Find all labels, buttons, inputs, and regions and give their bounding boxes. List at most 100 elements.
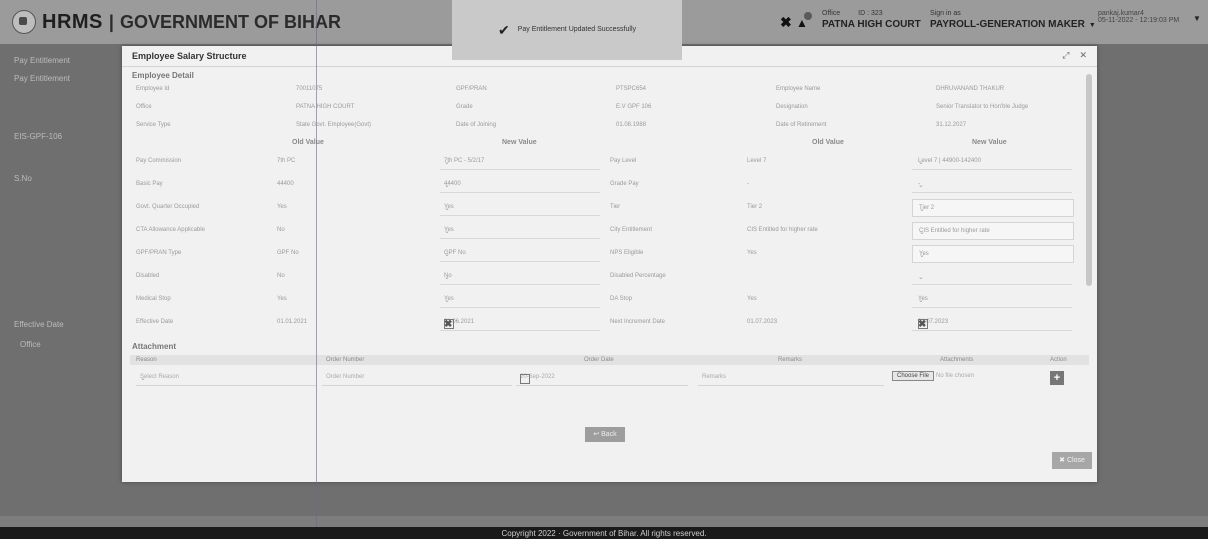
- office-label: Office: [822, 10, 841, 17]
- chevron-down-icon: ⌄: [444, 251, 450, 258]
- old-value: 7th PC: [277, 158, 296, 164]
- detail-row: Service Type State Govt. Employee(Govt) …: [122, 116, 1097, 134]
- clear-icon[interactable]: ✖: [444, 319, 582, 330]
- chevron-down-icon: ⌄: [444, 182, 450, 189]
- new-value-header: New Value: [502, 138, 537, 146]
- attachment-header: Reason Order Number Order Date Remarks A…: [130, 355, 1089, 365]
- remarks-placeholder: Remarks: [702, 374, 727, 380]
- modal-title: Employee Salary Structure: [132, 51, 247, 61]
- brand-hrms: HRMS: [42, 10, 103, 33]
- detail-label: GPF/PRAN: [456, 86, 487, 92]
- new-value-select[interactable]: Yes ⌄: [440, 222, 600, 239]
- old-value: 44400: [277, 181, 294, 187]
- new-value-select[interactable]: Yes ⌄: [440, 199, 600, 216]
- chevron-down-icon: ⌄: [918, 297, 924, 304]
- field-label: Medical Stop: [136, 296, 171, 302]
- guide-line: [316, 0, 317, 539]
- office-info: Office ID : 323 PATNA HIGH COURT: [822, 10, 921, 30]
- new-value-select[interactable]: No ⌄: [440, 268, 600, 285]
- new-value-select[interactable]: Level 7 | 44900-142400 ⌄: [912, 153, 1072, 170]
- field-label: DA Stop: [610, 296, 633, 302]
- employee-detail-title: Employee Detail: [132, 71, 194, 80]
- compare-row: Basic Pay 44400 44400 ⌄ Grade Pay - - ⌄: [122, 173, 1097, 196]
- effective-date-row: Effective Date 01.01.2021 01.06.2021 ✖ N…: [122, 311, 1097, 334]
- new-value-select[interactable]: 44400 ⌄: [440, 176, 600, 193]
- effective-date-input[interactable]: 01.06.2021 ✖: [440, 314, 600, 331]
- chevron-down-icon: ⌄: [140, 375, 146, 382]
- old-value: Yes: [277, 204, 287, 210]
- close-icon[interactable]: ✖: [780, 14, 792, 31]
- back-label: Back: [601, 431, 617, 438]
- effective-date-old: 01.01.2021: [277, 319, 308, 325]
- calendar-icon[interactable]: [444, 319, 454, 329]
- detail-label: Employee Name: [776, 86, 821, 92]
- attachment-title: Attachment: [132, 342, 177, 351]
- new-value-select[interactable]: ⌄: [912, 268, 1072, 285]
- detail-value: 31.12.2027: [936, 122, 967, 128]
- office-id: ID : 323: [858, 10, 883, 17]
- user-datetime: 05-11-2022 - 12:19:03 PM: [1098, 17, 1180, 24]
- old-value: -: [747, 181, 749, 187]
- modal-scrollbar[interactable]: [1086, 74, 1092, 286]
- next-increment-input[interactable]: 01.07.2023 ✖: [912, 314, 1072, 331]
- field-label: Pay Level: [610, 158, 637, 164]
- col-attachments: Attachments: [940, 357, 974, 363]
- attachment-row: Select Reason ⌄ Order Number 20-Sep-2022…: [130, 365, 1089, 391]
- user-menu-caret-icon[interactable]: ▼: [1193, 14, 1201, 23]
- order-date-input[interactable]: 20-Sep-2022: [516, 371, 688, 386]
- field-label: GPF/PRAN Type: [136, 250, 182, 256]
- emblem-icon: [12, 10, 36, 34]
- choose-file-button[interactable]: Choose File: [892, 371, 935, 381]
- new-value-select[interactable]: CIS Entitled for higher rate ⌄: [912, 222, 1074, 240]
- close-button[interactable]: ✖ Close: [1052, 452, 1092, 469]
- order-number-placeholder: Order Number: [326, 374, 365, 380]
- detail-label: Service Type: [136, 122, 171, 128]
- new-value-select[interactable]: Yes ⌄: [440, 291, 600, 308]
- calendar-icon[interactable]: [918, 319, 928, 329]
- detail-value: 01.08.1988: [616, 122, 647, 128]
- user-info[interactable]: pankaj.kumar4 05-11-2022 - 12:19:03 PM: [1098, 10, 1179, 24]
- field-label: Disabled: [136, 273, 160, 279]
- modal-close-icon[interactable]: ✕: [1079, 50, 1087, 60]
- field-label: Govt. Quarter Occupied: [136, 204, 200, 210]
- remarks-input[interactable]: Remarks: [698, 371, 884, 386]
- signin-role: PAYROLL-GENERATION MAKER: [930, 19, 1085, 30]
- old-value: No: [277, 227, 285, 233]
- clear-icon[interactable]: ✖: [918, 319, 1054, 330]
- bg-side-item: Effective Date: [14, 320, 64, 329]
- new-value-select[interactable]: Yes ⌄: [912, 245, 1074, 263]
- new-value-select[interactable]: Yes ⌄: [912, 291, 1072, 308]
- old-value: Tier 2: [747, 204, 763, 210]
- old-value: Yes: [277, 296, 287, 302]
- col-remarks: Remarks: [778, 357, 803, 363]
- detail-value: PTSPC654: [616, 86, 647, 92]
- toast-message: Pay Entitlement Updated Successfully: [517, 26, 637, 33]
- user-name: pankaj.kumar4: [1098, 10, 1144, 17]
- calendar-icon[interactable]: [520, 374, 530, 384]
- expand-icon[interactable]: ⤢: [1062, 50, 1069, 60]
- compare-row: Disabled No No ⌄ Disabled Percentage ⌄: [122, 265, 1097, 288]
- old-value: Yes: [747, 250, 757, 256]
- field-label: Basic Pay: [136, 181, 163, 187]
- bg-side-item: Office: [20, 340, 41, 349]
- next-increment-label: Next Increment Date: [610, 319, 666, 325]
- new-value-select[interactable]: GPF No ⌄: [440, 245, 600, 262]
- new-value-header: New Value: [972, 138, 1007, 146]
- new-value-select[interactable]: 7th PC - 5/2/17 ⌄: [440, 153, 600, 170]
- new-value-select[interactable]: Tier 2 ⌄: [912, 199, 1074, 217]
- notification-bell[interactable]: ▲: [796, 12, 814, 30]
- back-button[interactable]: ↩ Back: [585, 427, 625, 442]
- chevron-down-icon: ⌄: [444, 205, 450, 212]
- field-label: City Entitlement: [610, 227, 653, 233]
- office-name: PATNA HIGH COURT: [822, 19, 921, 30]
- reason-select[interactable]: Select Reason ⌄: [136, 371, 316, 386]
- detail-label: Designation: [776, 104, 808, 110]
- compare-rows: Pay Commission 7th PC 7th PC - 5/2/17 ⌄ Pay …: [122, 150, 1097, 311]
- add-attachment-button[interactable]: +: [1050, 371, 1064, 385]
- signin-role-selector[interactable]: Sign in as PAYROLL-GENERATION MAKER ▼: [930, 10, 1096, 30]
- order-number-input[interactable]: Order Number: [322, 371, 512, 386]
- new-value-select[interactable]: - ⌄: [912, 176, 1072, 193]
- brand[interactable]: HRMS | GOVERNMENT OF BIHAR: [12, 10, 341, 34]
- chevron-down-icon: ⌄: [444, 159, 450, 166]
- field-label: Grade Pay: [610, 181, 639, 187]
